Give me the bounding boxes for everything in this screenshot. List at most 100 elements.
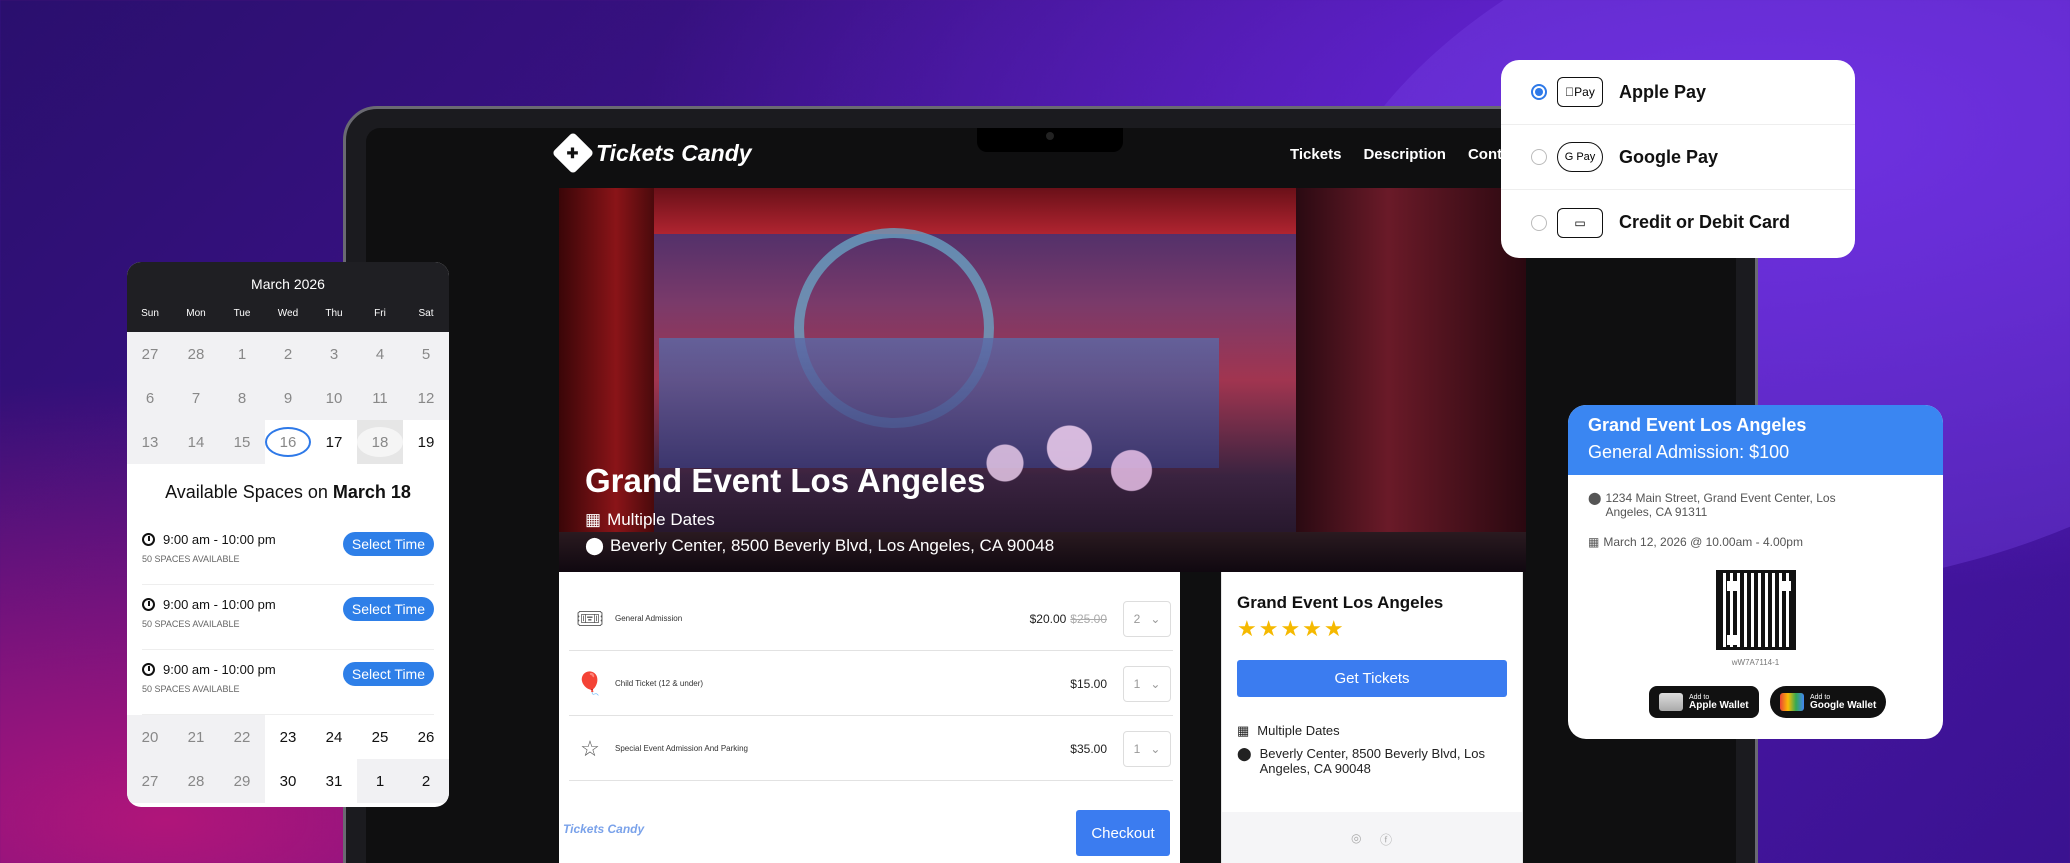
nav-description[interactable]: Description: [1363, 146, 1446, 163]
select-time-button[interactable]: Select Time: [342, 532, 434, 556]
google-wallet-icon: [1780, 693, 1804, 711]
site-logo[interactable]: ✚ Tickets Candy: [551, 131, 752, 175]
calendar-day: 11: [372, 389, 388, 407]
calendar-day[interactable]: 1: [357, 759, 403, 803]
google-pay-icon: G Pay: [1557, 142, 1603, 172]
sidebar-title: Grand Event Los Angeles: [1237, 593, 1444, 612]
hero-location-text: Beverly Center, 8500 Beverly Blvd, Los A…: [610, 536, 1055, 555]
calendar-day: 4: [375, 345, 385, 363]
chevron-down-icon: ⌄: [1150, 741, 1161, 756]
star-icon: ☆: [580, 735, 600, 761]
facebook-icon[interactable]: ⓕ: [1380, 831, 1392, 848]
calendar-day: 6: [145, 389, 155, 407]
calendar-day: 27: [141, 772, 159, 790]
payment-option-apple[interactable]: Pay Apple Pay: [1501, 60, 1855, 125]
weekday-header: Sun Mon Tue Wed Thu Fri Sat: [127, 308, 449, 319]
ticket-name: Special Event Admission And Parking: [615, 744, 748, 753]
available-heading: Available Spaces on March 18: [165, 481, 411, 502]
weekday-label: Thu: [325, 308, 343, 319]
pass-datetime: ▦ March 12, 2026 @ 10.00am - 4.00pm: [1588, 535, 1803, 549]
radio-unselected[interactable]: [1531, 149, 1547, 165]
calendar-day[interactable]: 24: [311, 715, 357, 759]
calendar-card: March 2026 Sun Mon Tue Wed Thu Fri Sat 2…: [127, 262, 449, 807]
calendar-day[interactable]: 2: [403, 759, 449, 803]
sidebar-footer: [1222, 812, 1522, 863]
calendar-week: 20 21 22 23 24 25 26: [127, 715, 449, 759]
calendar-day[interactable]: 26: [403, 715, 449, 759]
calendar-day: 22: [233, 728, 251, 746]
ticket-price: $35.00: [1070, 741, 1107, 756]
qr-code: [1716, 570, 1796, 650]
ticket-code: wW7A7114-1: [1731, 658, 1780, 667]
quantity-select[interactable]: 2 ⌄: [1123, 600, 1171, 637]
weekday-label: Tue: [233, 308, 251, 319]
calendar-icon: ▦: [1588, 535, 1600, 549]
event-title: Grand Event Los Angeles: [585, 462, 986, 499]
apple-pay-icon: Pay: [1557, 77, 1603, 107]
map-pin-icon: ⬤: [1237, 746, 1252, 761]
calendar-day[interactable]: 19: [403, 420, 449, 464]
calendar-week: 6 7 8 9 10 11 12: [127, 376, 449, 420]
calendar-day[interactable]: 17: [311, 420, 357, 464]
calendar-day-today[interactable]: 16: [265, 420, 311, 464]
select-time-button[interactable]: Select Time: [342, 662, 434, 686]
select-time-button[interactable]: Select Time: [342, 597, 434, 621]
ticket-old-price: $25.00: [1070, 611, 1107, 626]
calendar-day[interactable]: 23: [265, 715, 311, 759]
apple-wallet-icon: [1659, 693, 1683, 711]
brand-name: Tickets Candy: [596, 139, 752, 166]
quantity-select[interactable]: 1 ⌄: [1123, 730, 1171, 767]
calendar-day: 27: [141, 345, 159, 363]
calendar-icon: ▦: [1237, 723, 1250, 738]
calendar-day-selected[interactable]: 18: [357, 420, 403, 464]
ticket-name: General Admission: [615, 614, 683, 623]
payment-option-card[interactable]: ▭ Credit or Debit Card: [1501, 190, 1855, 255]
time-slot: 9:00 am - 10:00 pm 50 SPACES AVAILABLE S…: [142, 650, 434, 715]
time-slot: 9:00 am - 10:00 pm 50 SPACES AVAILABLE S…: [142, 520, 434, 585]
add-to-apple-wallet-button[interactable]: Add to Apple Wallet: [1649, 686, 1759, 718]
chevron-down-icon: ⌄: [1150, 611, 1161, 626]
hero-location: ⬤ Beverly Center, 8500 Beverly Blvd, Los…: [585, 536, 1054, 556]
calendar-day[interactable]: 31: [311, 759, 357, 803]
get-tickets-button[interactable]: Get Tickets: [1237, 660, 1507, 697]
ticket-row: 🎈 Child Ticket (12 & under) $15.00 1 ⌄: [569, 652, 1173, 716]
calendar-day: 21: [187, 728, 205, 746]
weekday-label: Fri: [374, 308, 386, 319]
calendar-day: 12: [417, 389, 435, 407]
balloon-icon: 🎈: [576, 670, 604, 696]
radio-unselected[interactable]: [1531, 214, 1547, 231]
calendar-day[interactable]: 30: [265, 759, 311, 803]
weekday-label: Sun: [141, 308, 159, 319]
payment-option-google[interactable]: G Pay Google Pay: [1501, 125, 1855, 190]
pass-title: Grand Event Los Angeles: [1588, 415, 1807, 435]
calendar-day: 15: [233, 433, 251, 451]
calendar-day: 5: [421, 345, 431, 363]
radio-selected[interactable]: [1531, 84, 1547, 100]
credit-card-icon: ▭: [1557, 207, 1603, 238]
checkout-button[interactable]: Checkout: [1076, 810, 1170, 856]
clock-icon: [142, 533, 155, 546]
calendar-week: 13 14 15 16 17 18 19: [127, 420, 449, 464]
nav-tickets[interactable]: Tickets: [1290, 146, 1341, 163]
map-pin-icon: ⬤: [585, 536, 605, 555]
calendar-day: 29: [233, 772, 251, 790]
calendar-day[interactable]: 25: [357, 715, 403, 759]
clock-icon: [142, 598, 155, 611]
quantity-select[interactable]: 1 ⌄: [1123, 665, 1171, 702]
add-to-google-wallet-button[interactable]: Add to Google Wallet: [1770, 686, 1887, 718]
calendar-day: 28: [187, 772, 205, 790]
time-slot: 9:00 am - 10:00 pm 50 SPACES AVAILABLE S…: [142, 585, 434, 650]
camera-dot: [1046, 132, 1054, 140]
clock-icon: [142, 663, 155, 676]
pass-header: Grand Event Los Angeles General Admissio…: [1568, 405, 1943, 475]
calendar-day: 1: [237, 345, 247, 363]
footer-logo: Tickets Candy: [563, 822, 645, 836]
pass-subtitle: General Admission: $100: [1588, 442, 1790, 462]
calendar-week: 27 28 1 2 3 4 5: [127, 332, 449, 376]
map-pin-icon: ⬤: [1588, 491, 1602, 505]
calendar-day: 2: [283, 345, 293, 363]
instagram-icon[interactable]: ◎: [1351, 831, 1361, 845]
sidebar-location: ⬤ Beverly Center, 8500 Beverly Blvd, Los…: [1237, 746, 1486, 776]
ticket-row: ☆ Special Event Admission And Parking $3…: [569, 717, 1173, 781]
weekday-label: Mon: [186, 308, 206, 319]
